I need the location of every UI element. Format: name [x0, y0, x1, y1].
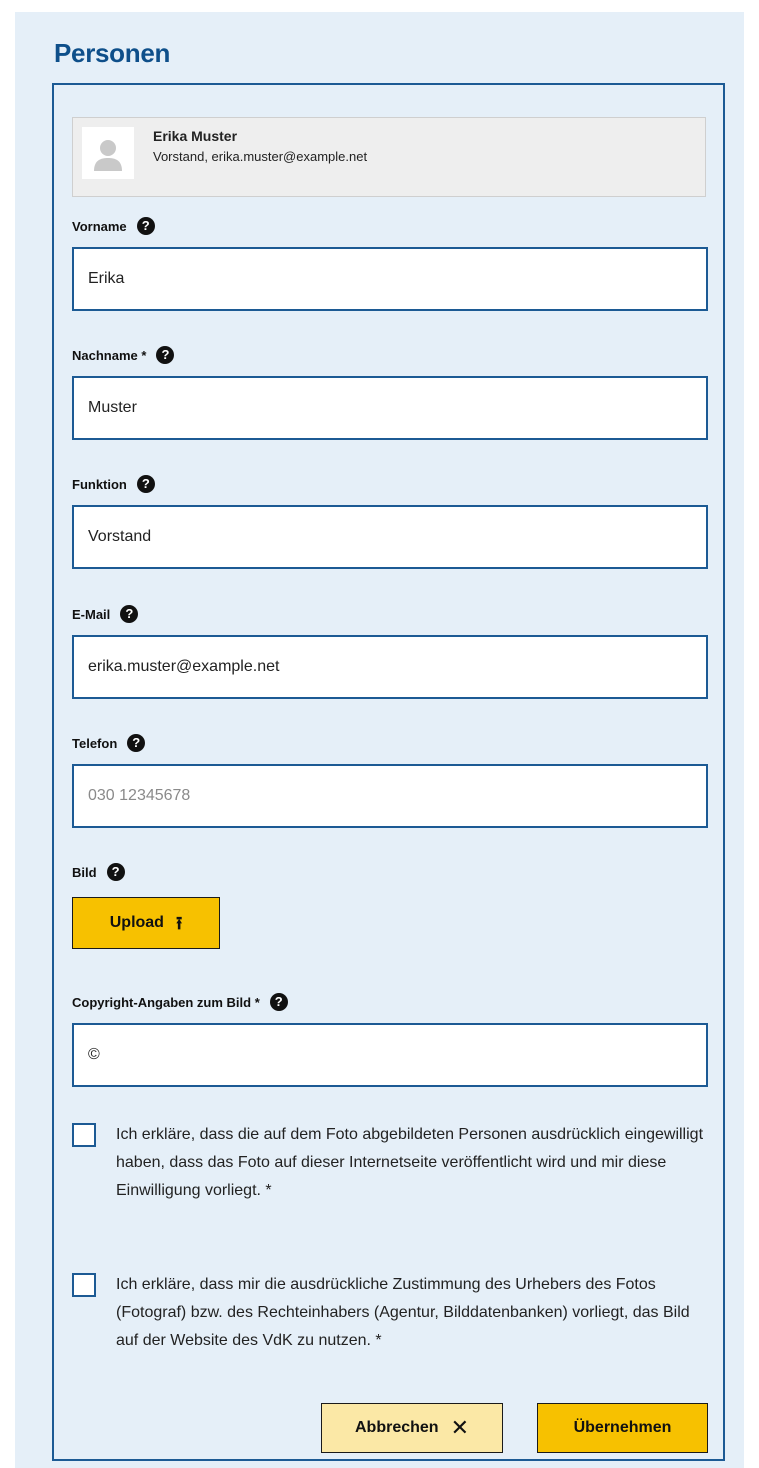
help-icon[interactable]: ? — [136, 217, 155, 235]
user-avatar-icon — [82, 127, 134, 179]
help-icon[interactable]: ? — [120, 605, 139, 623]
funktion-input[interactable] — [72, 505, 708, 569]
consent-checkbox-persons[interactable] — [72, 1123, 96, 1147]
close-icon: ✕ — [450, 1415, 469, 1440]
apply-button[interactable]: Übernehmen — [537, 1403, 708, 1453]
email-label: E-Mail ? — [72, 605, 139, 623]
help-icon[interactable]: ? — [156, 346, 175, 364]
nachname-label-text: Nachname * — [72, 347, 147, 363]
person-subtitle: Vorstand, erika.muster@example.net — [153, 149, 368, 164]
consent-checkbox-copyright[interactable] — [72, 1273, 96, 1297]
consent-text-persons: Ich erkläre, dass die auf dem Foto abgeb… — [116, 1126, 704, 1199]
vorname-input[interactable] — [72, 247, 708, 311]
copyright-label: Copyright-Angaben zum Bild * ? — [72, 993, 288, 1011]
help-icon[interactable]: ? — [269, 993, 288, 1011]
upload-button[interactable]: Upload ⭱ — [72, 897, 220, 949]
nachname-label: Nachname * ? — [72, 346, 175, 364]
upload-arrow-icon: ⭱ — [175, 913, 183, 933]
personen-section: Personen Erika Muster Vorstand, erika.mu… — [15, 12, 744, 1468]
email-label-text: E-Mail — [72, 606, 111, 622]
telefon-input[interactable] — [72, 764, 708, 828]
telefon-label: Telefon ? — [72, 734, 146, 752]
funktion-label-text: Funktion — [72, 476, 127, 492]
person-name: Erika Muster — [153, 128, 238, 144]
nachname-input[interactable] — [72, 376, 708, 440]
help-icon[interactable]: ? — [127, 734, 146, 752]
person-edit-panel: Erika Muster Vorstand, erika.muster@exam… — [52, 83, 725, 1461]
cancel-button[interactable]: Abbrechen ✕ — [321, 1403, 503, 1453]
copyright-input[interactable] — [72, 1023, 708, 1087]
help-icon[interactable]: ? — [136, 475, 155, 493]
copyright-label-text: Copyright-Angaben zum Bild * — [72, 994, 260, 1010]
cancel-button-label: Abbrechen — [354, 1419, 439, 1436]
bild-label-text: Bild — [72, 864, 97, 880]
consent-text-copyright: Ich erkläre, dass mir die ausdrückliche … — [116, 1276, 690, 1349]
section-title: Personen — [54, 38, 171, 68]
vorname-label-text: Vorname — [72, 218, 127, 234]
person-summary-card: Erika Muster Vorstand, erika.muster@exam… — [72, 117, 706, 197]
telefon-label-text: Telefon — [72, 735, 118, 751]
bild-label: Bild ? — [72, 863, 125, 881]
upload-button-label: Upload — [109, 914, 164, 931]
help-icon[interactable]: ? — [106, 863, 125, 881]
funktion-label: Funktion ? — [72, 475, 155, 493]
email-input[interactable] — [72, 635, 708, 699]
vorname-label: Vorname ? — [72, 217, 155, 235]
